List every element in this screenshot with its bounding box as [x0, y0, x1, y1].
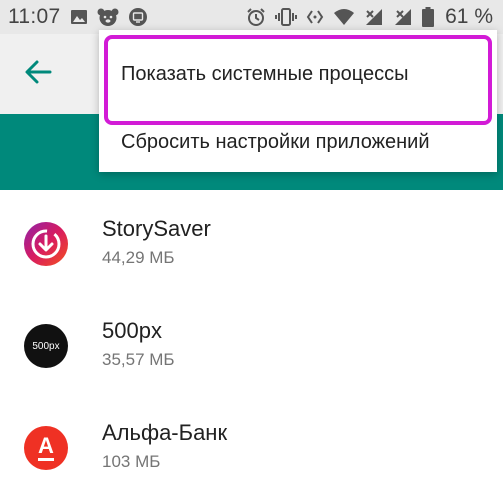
app-size: 35,57 МБ	[102, 350, 175, 369]
menu-item-label: Сбросить настройки приложений	[121, 130, 430, 153]
clock: 11:07	[8, 5, 61, 28]
500px-icon: 500px	[24, 324, 68, 368]
alfa-bank-logo-underline	[38, 457, 54, 461]
alfa-bank-logo: А	[38, 432, 54, 461]
bear-icon	[97, 7, 119, 27]
back-button[interactable]	[18, 54, 58, 94]
app-size: 44,29 МБ	[102, 248, 175, 267]
arrow-left-icon	[23, 57, 53, 92]
vibrate-icon	[275, 7, 298, 27]
menu-item-label: Показать системные процессы	[121, 62, 409, 85]
status-bar-right: 61 %	[246, 5, 493, 29]
storysaver-icon	[24, 222, 68, 266]
status-bar-left: 11:07	[8, 5, 148, 29]
list-item-storysaver[interactable]: StorySaver 44,29 МБ	[0, 190, 503, 290]
alfa-bank-icon: А	[24, 426, 68, 470]
battery-icon	[422, 7, 435, 27]
app-name: Альфа-Банк	[102, 420, 228, 445]
image-icon	[70, 8, 88, 26]
list-item-alfa-bank[interactable]: А Альфа-Банк 103 МБ	[0, 394, 503, 494]
battery-percent: 61 %	[445, 5, 493, 28]
app-name: 500px	[102, 318, 162, 343]
menu-item-reset-app-preferences[interactable]: Сбросить настройки приложений	[99, 112, 497, 172]
app-size: 103 МБ	[102, 452, 161, 471]
alfa-bank-logo-letter: А	[38, 432, 54, 458]
list-item-500px[interactable]: 500px 500px 35,57 МБ	[0, 292, 503, 392]
app-name: StorySaver	[102, 216, 211, 241]
signal-icon	[393, 8, 413, 26]
overflow-menu: Показать системные процессы Сбросить нас…	[99, 30, 497, 172]
status-bar: 11:07 61 %	[0, 0, 503, 34]
wifi-icon	[333, 8, 355, 26]
code-icon	[306, 8, 324, 26]
menu-item-show-system-processes[interactable]: Показать системные процессы	[99, 44, 497, 104]
signal-no-data-icon	[364, 8, 384, 26]
alarm-icon	[246, 7, 266, 27]
cast-icon	[128, 7, 148, 27]
500px-logo-text: 500px	[32, 340, 60, 352]
